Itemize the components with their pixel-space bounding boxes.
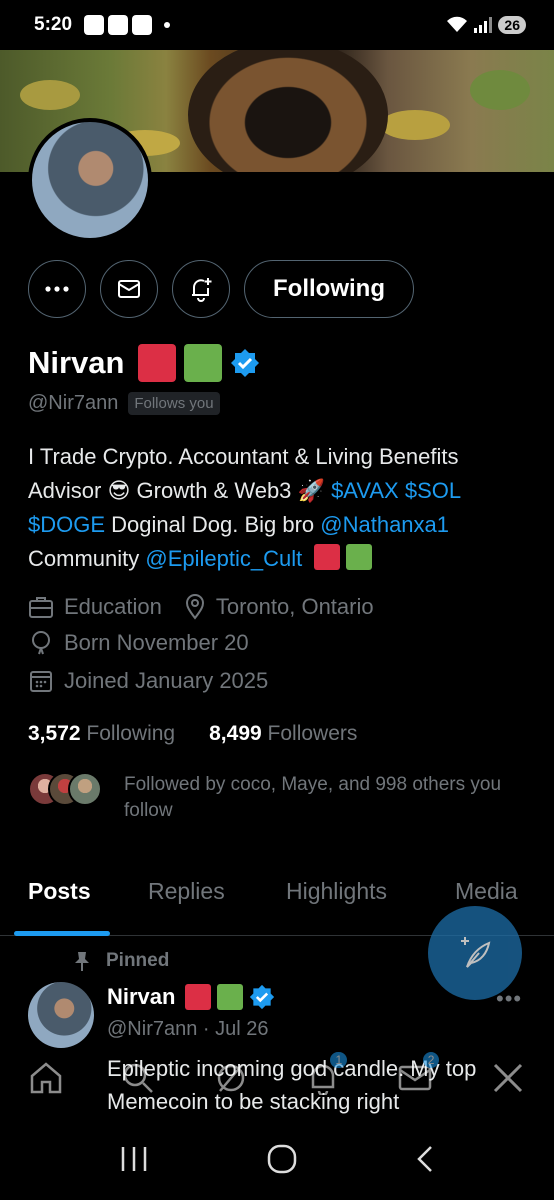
cool-emoji: 😎 [107,478,131,503]
pinned-text: Pinned [106,950,170,971]
handle-row: @Nir7ann Follows you [28,392,220,415]
message-button[interactable] [100,260,158,318]
following-label: Following [86,722,176,745]
post-author[interactable]: Nirvan [107,984,275,1010]
grok-icon [217,1064,245,1092]
more-notifications-dot-icon [164,22,171,28]
post-handle-date: @Nir7ann · Jul 26 [107,1018,269,1040]
bio-text: Growth & Web3 [130,478,298,503]
green-square-emoji [346,544,373,570]
tab-highlights[interactable]: Highlights [286,870,387,905]
verified-badge-icon[interactable] [230,348,260,378]
mention-epileptic-cult[interactable]: @Epileptic_Cult [145,546,302,571]
green-square-emoji [217,984,244,1010]
bio-text: I Trade Crypto. Accountant & Living Bene… [28,444,459,469]
x-logo-icon [493,1063,522,1093]
more-button[interactable] [28,260,86,318]
profile-birthday: Born November 20 [64,630,249,655]
follow-stats: 3,572 Following 8,499 Followers [28,722,357,746]
post-avatar[interactable] [28,982,94,1048]
followed-by-text: Followed by coco, Maye, and 998 others y… [124,774,502,821]
system-nav-bar [0,1118,554,1200]
profile-name: Nirvan [28,345,125,380]
post-author-name: Nirvan [107,984,176,1009]
signal-icon [474,17,493,33]
home-circle-icon[interactable] [266,1143,298,1175]
status-bar: 5:20 26 [0,0,554,50]
nav-messages[interactable]: 2 [395,1052,440,1098]
profile-name-row: Nirvan [28,344,260,382]
cashtag-doge[interactable]: $DOGE [28,512,105,537]
profile-handle: @Nir7ann [28,392,119,414]
red-square-emoji [138,344,177,382]
notifications-subscribe-button[interactable] [172,260,230,318]
profile-actions: Following [28,260,414,318]
rocket-emoji: 🚀 [297,478,325,503]
follows-you-badge: Follows you [128,392,220,415]
meta-row-3: Joined January 2025 [28,668,268,694]
more-dots-icon [45,286,69,292]
cashtag-sol[interactable]: $SOL [405,478,461,503]
briefcase-icon [29,597,53,618]
app-notification-icon [132,15,153,35]
messages-badge: 2 [422,1052,440,1068]
post-more-icon[interactable]: ••• [496,986,522,1012]
back-icon[interactable] [415,1144,435,1174]
wifi-icon [447,16,468,32]
following-stat[interactable]: 3,572 Following [28,722,175,746]
bell-plus-icon [192,278,212,302]
followers-count: 8,499 [209,722,262,745]
nav-search[interactable] [118,1058,158,1098]
red-square-emoji [185,984,212,1010]
profile-category: Education [64,594,162,619]
dog-head-image [188,50,388,172]
calendar-icon [30,671,52,692]
recent-apps-icon[interactable] [119,1145,149,1173]
envelope-icon [118,280,140,298]
green-square-emoji [184,344,223,382]
bio-text: Community [28,546,146,571]
bottom-nav: 1 2 [0,1048,554,1108]
nav-home[interactable] [26,1058,66,1098]
tab-media[interactable]: Media [455,870,518,905]
red-square-emoji [314,544,341,570]
balloon-icon [32,631,50,655]
feather-plus-icon [461,937,491,968]
app-notification-icon [84,15,105,35]
battery-indicator: 26 [498,16,526,34]
location-icon [185,594,204,620]
profile-avatar[interactable] [28,118,152,242]
bio-text: Advisor [28,478,102,503]
meta-row-1: Education Toronto, Ontario [28,594,374,620]
avatar [68,772,102,806]
profile-location: Toronto, Ontario [215,594,374,619]
profile-bio: I Trade Crypto. Accountant & Living Bene… [28,440,533,576]
bio-text: Doginal Dog. Big bro [105,512,321,537]
followers-label: Followers [267,722,358,745]
tab-posts[interactable]: Posts [28,870,91,905]
tab-replies[interactable]: Replies [148,870,225,905]
app-notification-icon [108,15,129,35]
followers-stat[interactable]: 8,499 Followers [209,722,357,746]
meta-row-2: Born November 20 [28,630,249,656]
pinned-label: Pinned [72,950,169,972]
active-tab-indicator [14,931,110,936]
following-count: 3,572 [28,722,81,745]
search-icon [124,1063,154,1093]
status-time: 5:20 [34,14,73,35]
mention-nathanxa1[interactable]: @Nathanxa1 [320,512,449,537]
nav-x-premium[interactable] [488,1058,528,1098]
profile-joined: Joined January 2025 [64,668,269,693]
verified-badge-icon [250,984,275,1010]
following-button[interactable]: Following [244,260,414,318]
status-app-icons [84,15,171,35]
nav-notifications[interactable]: 1 [303,1052,348,1098]
cashtag-avax[interactable]: $AVAX [331,478,399,503]
home-icon [30,1062,62,1094]
pin-icon [75,952,89,971]
followed-by[interactable]: Followed by coco, Maye, and 998 others y… [28,772,524,824]
notifications-badge: 1 [330,1052,348,1068]
nav-grok[interactable] [211,1058,251,1098]
